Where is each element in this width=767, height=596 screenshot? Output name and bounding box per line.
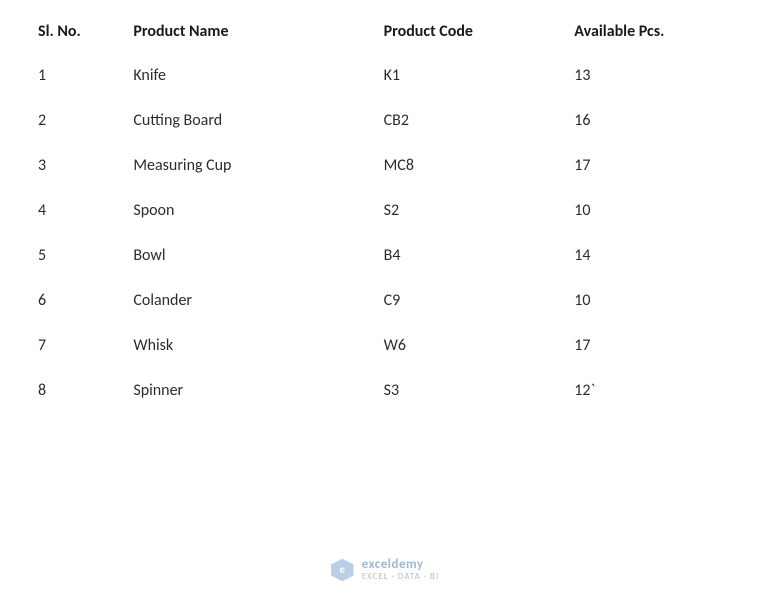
table-row: 6ColanderC910 — [20, 278, 747, 323]
table-row: 1KnifeK113 — [20, 53, 747, 98]
cell-code: CB2 — [366, 98, 557, 143]
cell-code: W6 — [366, 323, 557, 368]
watermark-icon: e — [328, 556, 356, 584]
watermark-sub: EXCEL · DATA · BI — [362, 572, 439, 582]
cell-sl: 8 — [20, 368, 115, 413]
cell-avail: 10 — [556, 188, 747, 233]
header-name: Product Name — [115, 10, 365, 53]
cell-avail: 16 — [556, 98, 747, 143]
cell-name: Knife — [115, 53, 365, 98]
cell-sl: 7 — [20, 323, 115, 368]
cell-name: Whisk — [115, 323, 365, 368]
table-row: 2Cutting BoardCB216 — [20, 98, 747, 143]
cell-sl: 3 — [20, 143, 115, 188]
cell-avail: 17 — [556, 143, 747, 188]
watermark-brand: exceldemy — [362, 558, 439, 572]
cell-code: K1 — [366, 53, 557, 98]
cell-name: Bowl — [115, 233, 365, 278]
product-table: Sl. No. Product Name Product Code Availa… — [20, 10, 747, 413]
header-code: Product Code — [366, 10, 557, 53]
table-header-row: Sl. No. Product Name Product Code Availa… — [20, 10, 747, 53]
cell-name: Measuring Cup — [115, 143, 365, 188]
table-row: 5BowlB414 — [20, 233, 747, 278]
cell-code: S3 — [366, 368, 557, 413]
cell-code: C9 — [366, 278, 557, 323]
header-sl: Sl. No. — [20, 10, 115, 53]
cell-sl: 6 — [20, 278, 115, 323]
cell-avail: 17 — [556, 323, 747, 368]
cell-name: Spoon — [115, 188, 365, 233]
cell-name: Cutting Board — [115, 98, 365, 143]
table-row: 7WhiskW617 — [20, 323, 747, 368]
cell-sl: 1 — [20, 53, 115, 98]
cell-sl: 2 — [20, 98, 115, 143]
cell-avail: 13 — [556, 53, 747, 98]
table-container: Sl. No. Product Name Product Code Availa… — [0, 0, 767, 423]
cell-sl: 5 — [20, 233, 115, 278]
cell-name: Colander — [115, 278, 365, 323]
watermark: e exceldemy EXCEL · DATA · BI — [328, 556, 439, 584]
cell-code: S2 — [366, 188, 557, 233]
cell-code: MC8 — [366, 143, 557, 188]
table-row: 8SpinnerS312` — [20, 368, 747, 413]
cell-avail: 12` — [556, 368, 747, 413]
watermark-text-block: exceldemy EXCEL · DATA · BI — [362, 558, 439, 582]
cell-name: Spinner — [115, 368, 365, 413]
cell-code: B4 — [366, 233, 557, 278]
svg-text:e: e — [339, 565, 345, 576]
cell-avail: 10 — [556, 278, 747, 323]
cell-avail: 14 — [556, 233, 747, 278]
cell-sl: 4 — [20, 188, 115, 233]
header-avail: Available Pcs. — [556, 10, 747, 53]
table-row: 3Measuring CupMC817 — [20, 143, 747, 188]
table-row: 4SpoonS210 — [20, 188, 747, 233]
